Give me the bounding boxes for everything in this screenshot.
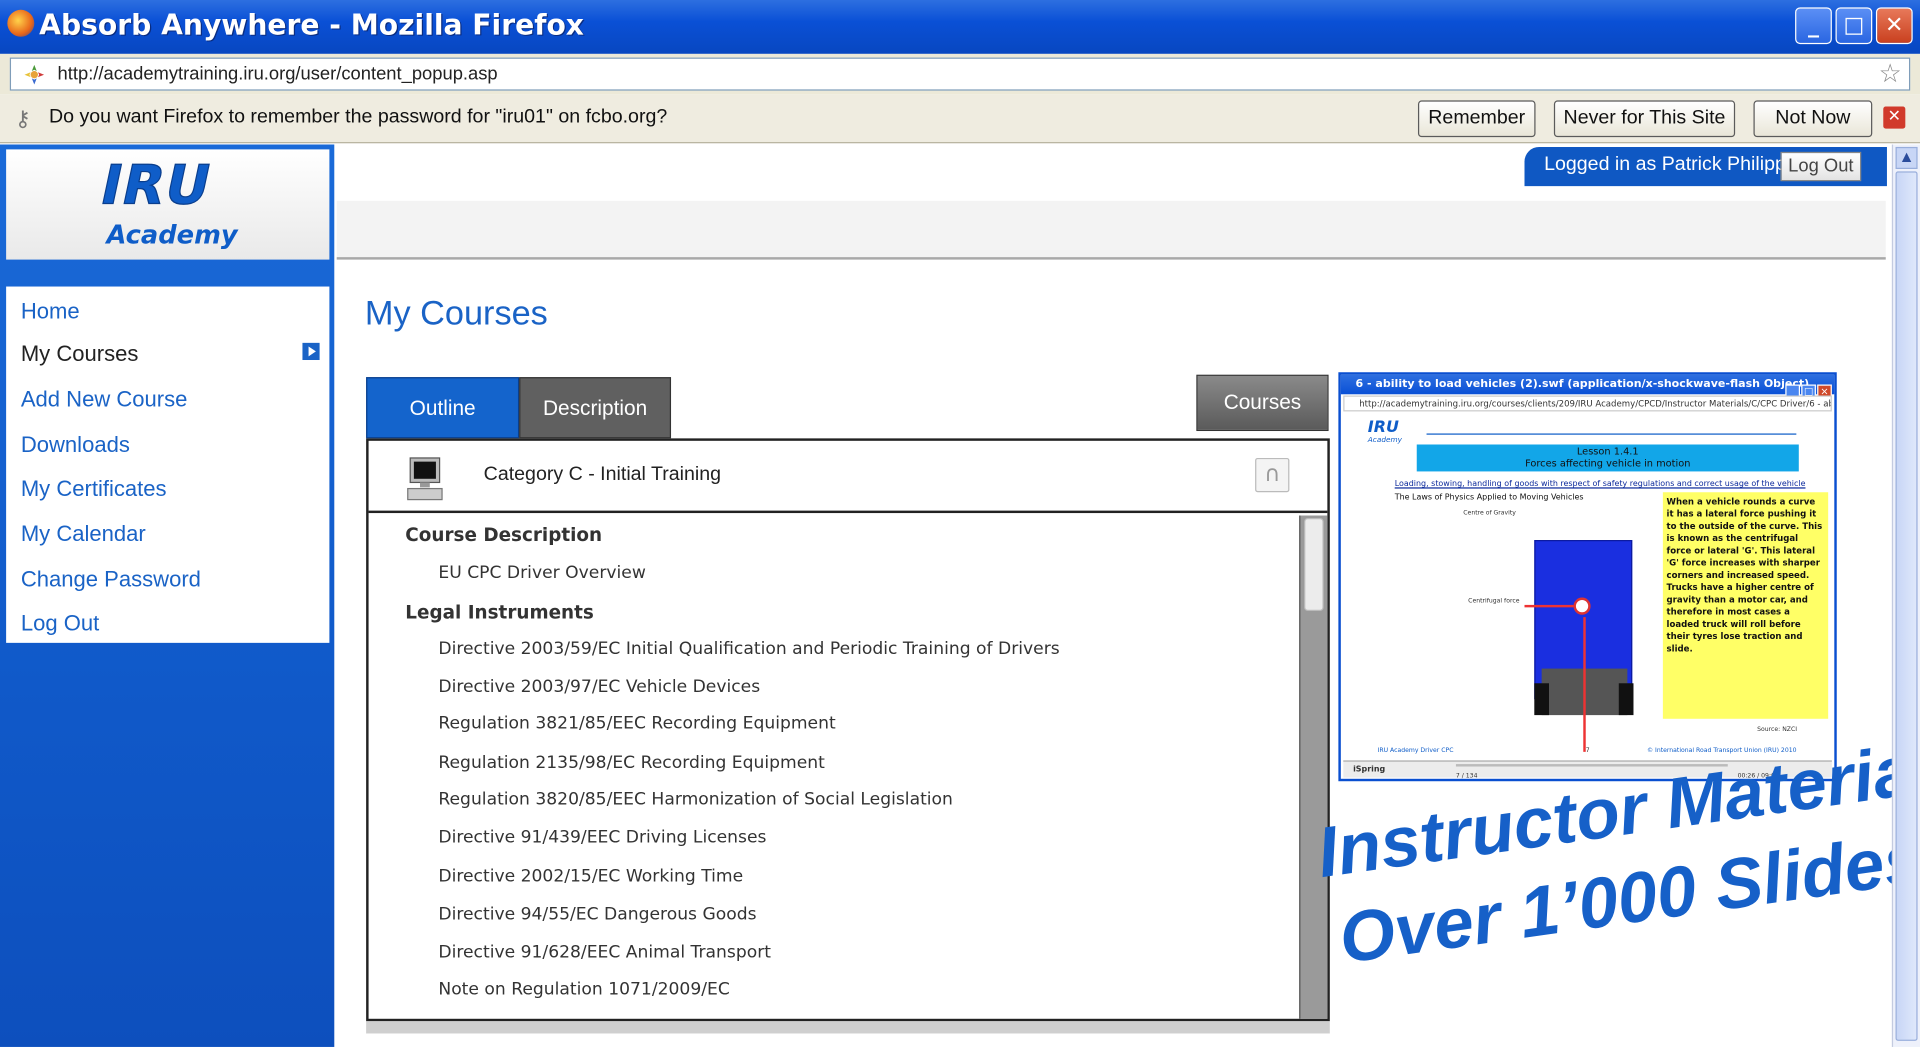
logo-iru: IRU bbox=[95, 154, 253, 218]
notification-message: Do you want Firefox to remember the pass… bbox=[48, 106, 668, 128]
course-panel: Category C - Initial Training ∩ Course D… bbox=[366, 438, 1330, 1022]
maximize-button[interactable]: □ bbox=[1835, 7, 1873, 45]
sidebar-item-my-calendar[interactable]: My Calendar bbox=[21, 522, 146, 548]
bookmark-star-icon[interactable]: ☆ bbox=[1879, 59, 1902, 88]
truck-wheel bbox=[1618, 683, 1634, 716]
slide-source: Source: NZCI bbox=[1757, 726, 1798, 734]
page-scrollbar[interactable]: ▲ bbox=[1891, 144, 1920, 1047]
slide-divider bbox=[1426, 433, 1797, 435]
sidebar-item-add-new-course[interactable]: Add New Course bbox=[21, 387, 188, 413]
notification-close-icon[interactable]: ✕ bbox=[1883, 106, 1906, 129]
cf-label: Centrifugal force bbox=[1468, 597, 1520, 605]
centre-of-gravity-marker bbox=[1573, 597, 1591, 615]
minimize-button[interactable]: _ bbox=[1795, 7, 1832, 45]
outline-item[interactable]: EU CPC Driver Overview bbox=[438, 563, 645, 583]
tab-description[interactable]: Description bbox=[519, 377, 672, 439]
iru-academy-logo[interactable]: IRU Academy bbox=[6, 149, 330, 260]
outline-item[interactable]: Note on Regulation 1071/2009/EC bbox=[438, 980, 729, 1000]
section-heading: Legal Instruments bbox=[405, 601, 594, 624]
outline-item[interactable]: Directive 91/628/EEC Animal Transport bbox=[438, 943, 771, 963]
not-now-button[interactable]: Not Now bbox=[1753, 100, 1873, 138]
truck-wheel bbox=[1534, 683, 1549, 716]
sidebar-item-home[interactable]: Home bbox=[21, 299, 80, 325]
slide-subtitle: The Laws of Physics Applied to Moving Ve… bbox=[1394, 492, 1584, 503]
lesson-subtitle: Forces affecting vehicle in motion bbox=[1525, 457, 1691, 469]
firefox-window: Absorb Anywhere - Mozilla Firefox _ □ ✕ … bbox=[0, 0, 1920, 1047]
outline-item[interactable]: Directive 2003/59/EC Initial Qualificati… bbox=[438, 639, 1059, 659]
scroll-thumb[interactable] bbox=[1304, 517, 1324, 612]
slide-link[interactable]: Loading, stowing, handling of goods with… bbox=[1395, 479, 1806, 489]
header-strip bbox=[336, 200, 1886, 260]
slide-logo: IRU bbox=[1367, 418, 1399, 438]
left-sidebar: IRU Academy Home My Courses Add New Cour… bbox=[0, 144, 335, 1047]
url-input[interactable]: http://academytraining.iru.org/user/cont… bbox=[9, 57, 1911, 91]
never-for-this-site-button[interactable]: Never for This Site bbox=[1553, 100, 1736, 138]
sidebar-item-downloads[interactable]: Downloads bbox=[21, 432, 130, 458]
scroll-up-icon[interactable]: ▲ bbox=[1895, 146, 1918, 169]
course-name: Category C - Initial Training bbox=[483, 464, 722, 485]
sidebar-item-change-password[interactable]: Change Password bbox=[21, 567, 201, 593]
active-arrow-icon bbox=[302, 342, 320, 361]
close-button[interactable]: ✕ bbox=[1875, 7, 1913, 45]
outline-item[interactable]: Directive 91/439/EEC Driving Licenses bbox=[438, 828, 766, 848]
key-icon: ⚷ bbox=[14, 106, 31, 133]
logo-academy-text: Academy bbox=[106, 220, 238, 250]
password-notification-bar: ⚷ Do you want Firefox to remember the pa… bbox=[0, 94, 1920, 144]
lesson-number: Lesson 1.4.1 bbox=[1576, 445, 1639, 457]
course-outline-list: Course Description EU CPC Driver Overvie… bbox=[369, 516, 1300, 1019]
firefox-icon bbox=[7, 9, 35, 37]
logo-iru-text: IRU bbox=[95, 154, 218, 218]
login-status: Logged in as Patrick Philipp Log Out bbox=[1524, 146, 1887, 187]
slide-logo-sub: Academy bbox=[1367, 435, 1403, 445]
url-bar: http://academytraining.iru.org/user/cont… bbox=[0, 53, 1920, 95]
window-title: Absorb Anywhere - Mozilla Firefox bbox=[39, 9, 584, 42]
remember-button[interactable]: Remember bbox=[1417, 100, 1536, 138]
logged-in-text: Logged in as Patrick Philipp bbox=[1544, 154, 1786, 176]
course-header: Category C - Initial Training ∩ bbox=[368, 441, 1328, 514]
page-scroll-thumb[interactable] bbox=[1895, 171, 1918, 1041]
computer-icon bbox=[407, 457, 443, 501]
header-logout-button[interactable]: Log Out bbox=[1780, 151, 1862, 182]
outline-item[interactable]: Directive 2003/97/EC Vehicle Devices bbox=[438, 677, 760, 697]
force-arrow bbox=[1524, 604, 1574, 608]
page-content: IRU Academy Home My Courses Add New Cour… bbox=[0, 144, 1920, 1047]
cog-label: Centre of Gravity bbox=[1463, 509, 1516, 517]
outline-item[interactable]: Directive 2002/15/EC Working Time bbox=[438, 867, 743, 887]
section-heading: Course Description bbox=[405, 524, 603, 547]
outline-scrollbar[interactable] bbox=[1299, 515, 1328, 1019]
panel-bottom-bar bbox=[366, 1021, 1330, 1034]
headphone-icon[interactable]: ∩ bbox=[1255, 457, 1290, 493]
mass-arrow bbox=[1583, 617, 1586, 752]
outline-item[interactable]: Regulation 2135/98/EC Recording Equipmen… bbox=[438, 753, 824, 773]
slide-footer-left: IRU Academy Driver CPC bbox=[1377, 746, 1454, 755]
lesson-banner: Lesson 1.4.1 Forces affecting vehicle in… bbox=[1416, 444, 1799, 472]
page-title: My Courses bbox=[364, 293, 548, 332]
url-text: http://academytraining.iru.org/user/cont… bbox=[57, 63, 498, 85]
courses-button[interactable]: Courses bbox=[1196, 374, 1329, 432]
sidebar-nav: Home My Courses Add New Course Downloads… bbox=[6, 286, 330, 643]
sidebar-item-my-courses[interactable]: My Courses bbox=[21, 342, 139, 368]
sidebar-item-my-certificates[interactable]: My Certificates bbox=[21, 476, 167, 502]
site-icon bbox=[24, 64, 45, 85]
player-counter: 7 / 134 bbox=[1455, 772, 1478, 781]
window-titlebar[interactable]: Absorb Anywhere - Mozilla Firefox _ □ ✕ bbox=[0, 0, 1920, 54]
outline-item[interactable]: Directive 94/55/EC Dangerous Goods bbox=[438, 905, 756, 925]
popup-title[interactable]: 6 - ability to load vehicles (2).swf (ap… bbox=[1340, 374, 1835, 395]
tab-outline[interactable]: Outline bbox=[366, 377, 520, 439]
flash-popup-window[interactable]: 6 - ability to load vehicles (2).swf (ap… bbox=[1338, 372, 1837, 782]
sidebar-item-log-out[interactable]: Log Out bbox=[21, 611, 99, 637]
slide-note: When a vehicle rounds a curve it has a l… bbox=[1662, 492, 1829, 719]
outline-item[interactable]: Regulation 3821/85/EEC Recording Equipme… bbox=[438, 714, 835, 734]
player-brand: iSpring bbox=[1353, 764, 1386, 774]
slide-page-number: 7 bbox=[1585, 746, 1590, 755]
outline-item[interactable]: Regulation 3820/85/EEC Harmonization of … bbox=[438, 790, 953, 810]
popup-url[interactable]: http://academytraining.iru.org/courses/c… bbox=[1343, 395, 1832, 412]
